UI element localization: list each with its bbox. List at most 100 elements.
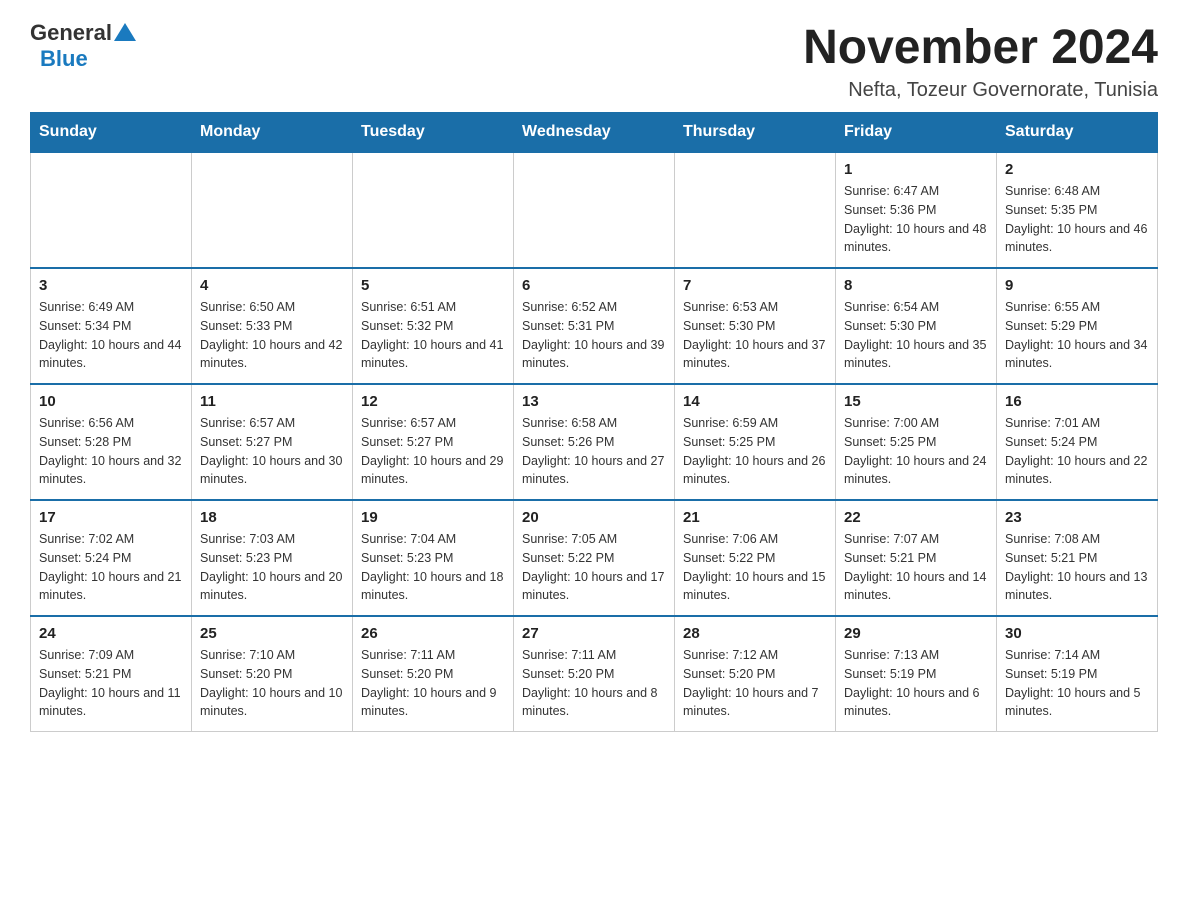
day-number: 13	[522, 393, 666, 410]
day-info: Sunrise: 6:47 AMSunset: 5:36 PMDaylight:…	[844, 182, 988, 257]
calendar-cell: 27 Sunrise: 7:11 AMSunset: 5:20 PMDayligh…	[514, 616, 675, 732]
calendar-cell: 16 Sunrise: 7:01 AMSunset: 5:24 PMDayligh…	[997, 384, 1158, 500]
calendar-cell: 24 Sunrise: 7:09 AMSunset: 5:21 PMDayligh…	[31, 616, 192, 732]
calendar-week-row: 10 Sunrise: 6:56 AMSunset: 5:28 PMDayligh…	[31, 384, 1158, 500]
calendar-header-wednesday: Wednesday	[514, 113, 675, 153]
calendar-cell: 29Sunrise: 7:13 AMSunset: 5:19 PMDayligh…	[836, 616, 997, 732]
calendar-cell	[353, 152, 514, 268]
page-header: General Blue November 2024 Nefta, Tozeur…	[30, 20, 1158, 102]
day-info: Sunrise: 7:04 AMSunset: 5:23 PMDaylight:…	[361, 530, 505, 605]
calendar-header-row: SundayMondayTuesdayWednesdayThursdayFrid…	[31, 113, 1158, 153]
day-info: Sunrise: 6:52 AMSunset: 5:31 PMDaylight:…	[522, 298, 666, 373]
day-info: Sunrise: 6:50 AMSunset: 5:33 PMDaylight:…	[200, 298, 344, 373]
day-number: 25	[200, 625, 344, 642]
day-number: 15	[844, 393, 988, 410]
day-info: Sunrise: 7:09 AMSunset: 5:21 PMDaylight:…	[39, 646, 183, 721]
day-info: Sunrise: 7:02 AMSunset: 5:24 PMDaylight:…	[39, 530, 183, 605]
day-number: 16	[1005, 393, 1149, 410]
day-info: Sunrise: 6:59 AMSunset: 5:25 PMDaylight:…	[683, 414, 827, 489]
day-info: Sunrise: 7:11 AMSunset: 5:20 PMDaylight:…	[361, 646, 505, 721]
calendar-header-friday: Friday	[836, 113, 997, 153]
day-number: 10	[39, 393, 183, 410]
day-number: 2	[1005, 161, 1149, 178]
day-info: Sunrise: 7:01 AMSunset: 5:24 PMDaylight:…	[1005, 414, 1149, 489]
day-info: Sunrise: 7:06 AMSunset: 5:22 PMDaylight:…	[683, 530, 827, 605]
calendar-cell: 15 Sunrise: 7:00 AMSunset: 5:25 PMDayligh…	[836, 384, 997, 500]
day-number: 30	[1005, 625, 1149, 642]
logo-triangle-icon	[114, 21, 136, 43]
day-number: 4	[200, 277, 344, 294]
calendar-cell: 10 Sunrise: 6:56 AMSunset: 5:28 PMDayligh…	[31, 384, 192, 500]
calendar-week-row: 17 Sunrise: 7:02 AMSunset: 5:24 PMDayligh…	[31, 500, 1158, 616]
day-number: 18	[200, 509, 344, 526]
calendar-cell	[514, 152, 675, 268]
day-number: 3	[39, 277, 183, 294]
calendar-cell: 17 Sunrise: 7:02 AMSunset: 5:24 PMDayligh…	[31, 500, 192, 616]
calendar-cell: 28Sunrise: 7:12 AMSunset: 5:20 PMDayligh…	[675, 616, 836, 732]
calendar-cell: 25 Sunrise: 7:10 AMSunset: 5:20 PMDayligh…	[192, 616, 353, 732]
calendar-header-sunday: Sunday	[31, 113, 192, 153]
calendar-cell: 12 Sunrise: 6:57 AMSunset: 5:27 PMDayligh…	[353, 384, 514, 500]
day-number: 6	[522, 277, 666, 294]
day-info: Sunrise: 7:03 AMSunset: 5:23 PMDaylight:…	[200, 530, 344, 605]
calendar-cell: 19 Sunrise: 7:04 AMSunset: 5:23 PMDayligh…	[353, 500, 514, 616]
calendar-cell: 1 Sunrise: 6:47 AMSunset: 5:36 PMDaylight…	[836, 152, 997, 268]
day-info: Sunrise: 7:11 AMSunset: 5:20 PMDaylight:…	[522, 646, 666, 721]
day-number: 21	[683, 509, 827, 526]
calendar-cell: 23 Sunrise: 7:08 AMSunset: 5:21 PMDayligh…	[997, 500, 1158, 616]
day-number: 22	[844, 509, 988, 526]
day-number: 14	[683, 393, 827, 410]
logo-general-text: General	[30, 20, 112, 46]
day-info: Sunrise: 7:00 AMSunset: 5:25 PMDaylight:…	[844, 414, 988, 489]
calendar-cell: 20Sunrise: 7:05 AMSunset: 5:22 PMDayligh…	[514, 500, 675, 616]
calendar-cell: 2 Sunrise: 6:48 AMSunset: 5:35 PMDaylight…	[997, 152, 1158, 268]
day-info: Sunrise: 6:54 AMSunset: 5:30 PMDaylight:…	[844, 298, 988, 373]
calendar-table: SundayMondayTuesdayWednesdayThursdayFrid…	[30, 112, 1158, 732]
calendar-week-row: 3 Sunrise: 6:49 AMSunset: 5:34 PMDaylight…	[31, 268, 1158, 384]
calendar-header-saturday: Saturday	[997, 113, 1158, 153]
calendar-header-tuesday: Tuesday	[353, 113, 514, 153]
day-number: 27	[522, 625, 666, 642]
logo: General Blue	[30, 20, 136, 72]
month-title: November 2024	[803, 20, 1158, 75]
day-info: Sunrise: 6:56 AMSunset: 5:28 PMDaylight:…	[39, 414, 183, 489]
calendar-week-row: 1 Sunrise: 6:47 AMSunset: 5:36 PMDaylight…	[31, 152, 1158, 268]
calendar-cell: 21 Sunrise: 7:06 AMSunset: 5:22 PMDayligh…	[675, 500, 836, 616]
day-info: Sunrise: 6:51 AMSunset: 5:32 PMDaylight:…	[361, 298, 505, 373]
logo-blue-text: Blue	[40, 46, 88, 71]
calendar-header-monday: Monday	[192, 113, 353, 153]
day-number: 17	[39, 509, 183, 526]
calendar-cell: 26 Sunrise: 7:11 AMSunset: 5:20 PMDayligh…	[353, 616, 514, 732]
day-info: Sunrise: 6:48 AMSunset: 5:35 PMDaylight:…	[1005, 182, 1149, 257]
day-info: Sunrise: 6:57 AMSunset: 5:27 PMDaylight:…	[361, 414, 505, 489]
day-info: Sunrise: 7:14 AMSunset: 5:19 PMDaylight:…	[1005, 646, 1149, 721]
day-number: 19	[361, 509, 505, 526]
day-number: 11	[200, 393, 344, 410]
day-number: 24	[39, 625, 183, 642]
day-info: Sunrise: 6:57 AMSunset: 5:27 PMDaylight:…	[200, 414, 344, 489]
calendar-cell: 4 Sunrise: 6:50 AMSunset: 5:33 PMDaylight…	[192, 268, 353, 384]
day-info: Sunrise: 6:49 AMSunset: 5:34 PMDaylight:…	[39, 298, 183, 373]
calendar-cell: 14 Sunrise: 6:59 AMSunset: 5:25 PMDayligh…	[675, 384, 836, 500]
day-number: 1	[844, 161, 988, 178]
calendar-cell: 11 Sunrise: 6:57 AMSunset: 5:27 PMDayligh…	[192, 384, 353, 500]
calendar-cell: 9Sunrise: 6:55 AMSunset: 5:29 PMDaylight…	[997, 268, 1158, 384]
day-number: 23	[1005, 509, 1149, 526]
day-info: Sunrise: 6:58 AMSunset: 5:26 PMDaylight:…	[522, 414, 666, 489]
calendar-cell: 3 Sunrise: 6:49 AMSunset: 5:34 PMDaylight…	[31, 268, 192, 384]
calendar-cell: 6 Sunrise: 6:52 AMSunset: 5:31 PMDaylight…	[514, 268, 675, 384]
calendar-cell: 18 Sunrise: 7:03 AMSunset: 5:23 PMDayligh…	[192, 500, 353, 616]
calendar-header-thursday: Thursday	[675, 113, 836, 153]
day-info: Sunrise: 6:55 AMSunset: 5:29 PMDaylight:…	[1005, 298, 1149, 373]
calendar-cell	[31, 152, 192, 268]
day-number: 26	[361, 625, 505, 642]
day-info: Sunrise: 7:08 AMSunset: 5:21 PMDaylight:…	[1005, 530, 1149, 605]
day-number: 7	[683, 277, 827, 294]
calendar-cell: 30 Sunrise: 7:14 AMSunset: 5:19 PMDayligh…	[997, 616, 1158, 732]
day-number: 12	[361, 393, 505, 410]
day-info: Sunrise: 6:53 AMSunset: 5:30 PMDaylight:…	[683, 298, 827, 373]
day-info: Sunrise: 7:10 AMSunset: 5:20 PMDaylight:…	[200, 646, 344, 721]
day-number: 8	[844, 277, 988, 294]
day-info: Sunrise: 7:05 AMSunset: 5:22 PMDaylight:…	[522, 530, 666, 605]
calendar-cell: 8 Sunrise: 6:54 AMSunset: 5:30 PMDaylight…	[836, 268, 997, 384]
